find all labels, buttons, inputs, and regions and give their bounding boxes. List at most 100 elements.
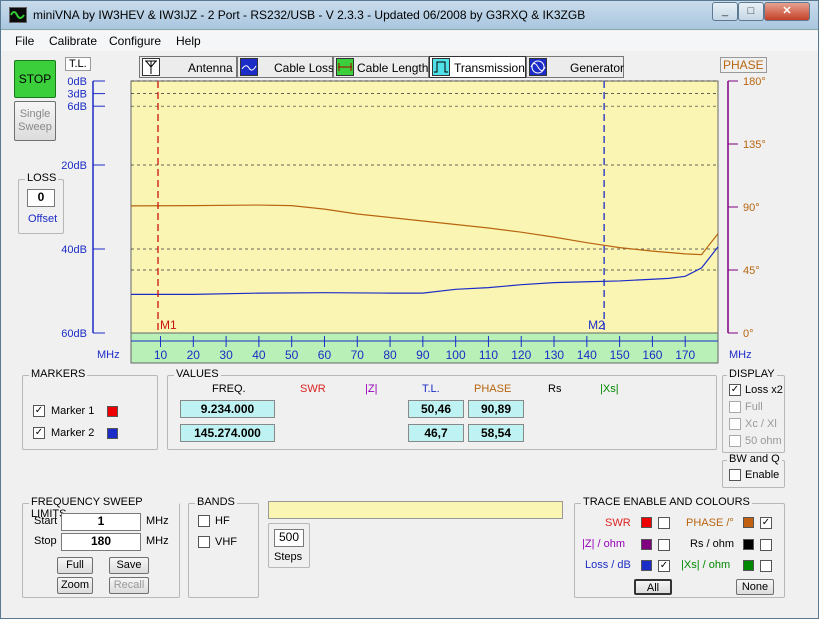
close-button[interactable]: ✕ [764, 2, 810, 21]
start-unit: MHz [146, 515, 169, 527]
vhf-label: VHF [215, 536, 237, 548]
left-tick-label: 3dB [67, 89, 87, 101]
marker1-color[interactable] [107, 406, 118, 417]
vhf-checkbox[interactable] [198, 536, 210, 548]
x-tick-label: 100 [446, 348, 466, 362]
tab-antenna-label: Antenna [188, 61, 233, 75]
bwq-group: BW and Q Enable [722, 453, 785, 488]
tab-antenna[interactable]: Antenna [139, 56, 237, 78]
generator-icon [529, 58, 547, 76]
trace-xs-color[interactable] [743, 560, 754, 571]
menu-configure[interactable]: Configure [109, 34, 161, 48]
tab-cable-loss-label: Cable Loss [274, 61, 335, 75]
ohm50-label: 50 ohm [745, 435, 782, 447]
x-tick-label: 30 [219, 348, 233, 362]
trace-loss-color[interactable] [641, 560, 652, 571]
m2-freq-value: 145.274.000 [180, 424, 275, 442]
tab-cable-loss[interactable]: Cable Loss [237, 56, 335, 78]
hf-label: HF [215, 515, 230, 527]
trace-z-color[interactable] [641, 539, 652, 550]
left-tick-label: 60dB [61, 328, 87, 340]
menu-calibrate[interactable]: Calibrate [49, 34, 97, 48]
m1-tl-value: 50,46 [408, 400, 464, 418]
loss-x2-label: Loss x2 [745, 384, 783, 396]
x-tick-label: 120 [511, 348, 531, 362]
tab-generator-label: Generator [570, 61, 625, 75]
rs-header: Rs [548, 383, 562, 395]
x-tick-label: 20 [187, 348, 201, 362]
save-button[interactable]: Save [109, 557, 149, 574]
markers-group: MARKERS ✓ Marker 1 ✓ Marker 2 [22, 368, 158, 450]
tl-header: T.L. [422, 383, 440, 395]
trace-loss-checkbox[interactable]: ✓ [658, 560, 670, 572]
x-tick-label: 110 [479, 348, 498, 362]
marker2-label: Marker 2 [51, 427, 95, 439]
marker2-color[interactable] [107, 428, 118, 439]
antenna-icon [142, 58, 160, 76]
zoom-button[interactable]: Zoom [57, 577, 93, 594]
trace-rs-color[interactable] [743, 539, 754, 550]
trace-z-checkbox[interactable] [658, 539, 670, 551]
trace-phase-color[interactable] [743, 517, 754, 528]
left-tick-label: 6dB [67, 101, 87, 113]
marker1-label: Marker 1 [51, 405, 95, 417]
marker2-checkbox[interactable]: ✓ [33, 427, 45, 439]
trace-z-label: |Z| / ohm [582, 538, 626, 550]
steps-group: 500 Steps [268, 523, 310, 568]
none-button[interactable]: None [736, 579, 774, 595]
display-group: DISPLAY ✓ Loss x2 Full Xc / Xl 50 ohm [722, 368, 785, 453]
steps-label: Steps [274, 551, 303, 563]
z-header: |Z| [365, 383, 378, 395]
left-tick-label: 0dB [67, 76, 87, 88]
right-tick-label: 90° [743, 202, 760, 214]
menu-help[interactable]: Help [176, 34, 201, 48]
stop-unit: MHz [146, 535, 169, 547]
minimize-button[interactable]: _ [712, 2, 738, 21]
hf-checkbox[interactable] [198, 515, 210, 527]
trace-swr-color[interactable] [641, 517, 652, 528]
x-tick-label: 130 [544, 348, 564, 362]
start-label: Start [34, 515, 58, 527]
menu-file[interactable]: File [15, 34, 34, 48]
display-title: DISPLAY [727, 368, 777, 380]
start-input[interactable]: 1 [61, 513, 141, 531]
x-tick-label: 10 [154, 348, 168, 362]
xcxl-label: Xc / Xl [745, 418, 777, 430]
trace-swr-checkbox[interactable] [658, 517, 670, 529]
tl-axis-title: T.L. [65, 57, 91, 71]
tab-transmission[interactable]: Transmission [429, 56, 526, 78]
stop-input[interactable]: 180 [61, 533, 141, 551]
recall-button[interactable]: Recall [109, 577, 149, 594]
trace-rs-checkbox[interactable] [760, 539, 772, 551]
ohm50-checkbox[interactable] [729, 435, 741, 447]
maximize-button[interactable]: □ [738, 2, 764, 21]
trace-rs-label: Rs / ohm [690, 538, 735, 550]
full-checkbox[interactable] [729, 401, 741, 413]
loss-x2-checkbox[interactable]: ✓ [729, 384, 741, 396]
marker1-checkbox[interactable]: ✓ [33, 405, 45, 417]
plot-area [130, 80, 719, 334]
cable-length-icon [336, 58, 354, 76]
x-axis-unit-right: MHz [729, 349, 752, 361]
right-tick-label: 180° [743, 76, 766, 88]
tab-generator[interactable]: Generator [526, 56, 624, 78]
phase-header: PHASE [474, 383, 512, 395]
trace-xs-checkbox[interactable] [760, 560, 772, 572]
marker-label-m1: M1 [160, 318, 177, 332]
xcxl-checkbox[interactable] [729, 418, 741, 430]
x-tick-label: 140 [577, 348, 597, 362]
trace-phase-checkbox[interactable]: ✓ [760, 517, 772, 529]
trace-swr-label: SWR [605, 517, 631, 529]
title-bar: miniVNA by IW3HEV & IW3IJZ - 2 Port - RS… [1, 1, 818, 30]
bwq-enable-checkbox[interactable] [729, 469, 741, 481]
tab-cable-length[interactable]: Cable Length [333, 56, 429, 78]
full-button[interactable]: Full [57, 557, 93, 574]
values-title: VALUES [174, 368, 221, 380]
x-tick-label: 160 [642, 348, 662, 362]
all-button[interactable]: All [634, 579, 672, 595]
x-tick-label: 40 [252, 348, 266, 362]
full-label: Full [745, 401, 763, 413]
steps-input[interactable]: 500 [274, 529, 304, 547]
x-axis-unit-left: MHz [97, 349, 120, 361]
left-tick-label: 20dB [61, 160, 87, 172]
